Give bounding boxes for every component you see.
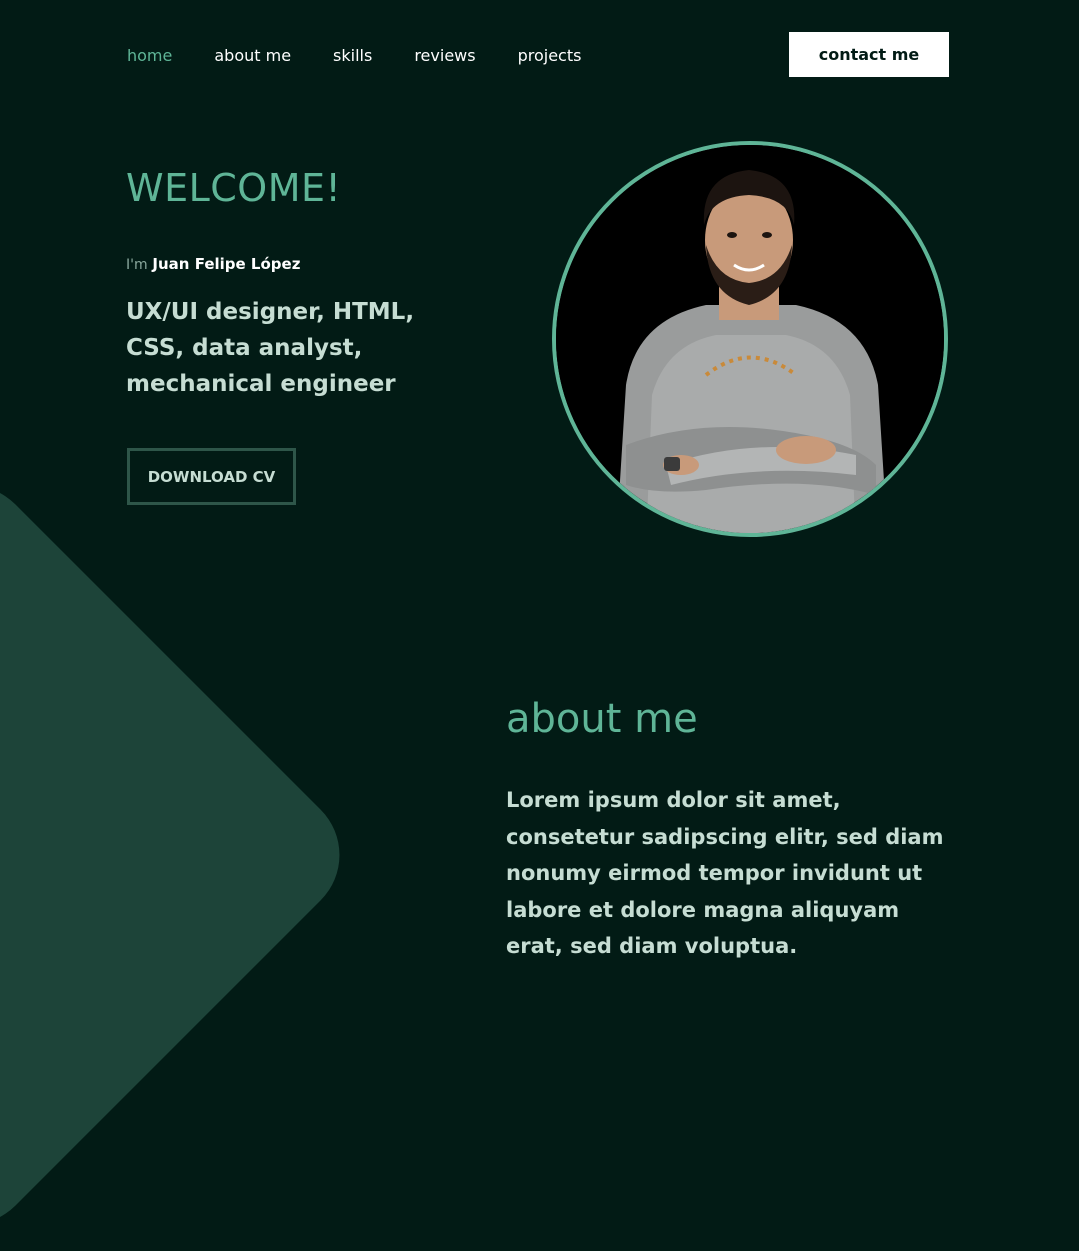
profile-photo (552, 141, 948, 537)
nav-link-about-me[interactable]: about me (214, 46, 291, 65)
main-nav: home about me skills reviews projects (127, 44, 623, 66)
roles-text: UX/UI designer, HTML, CSS, data analyst,… (126, 299, 415, 397)
decorative-shape (0, 459, 366, 1251)
nav-link-home[interactable]: home (127, 46, 172, 65)
profile-photo-icon (556, 145, 944, 533)
welcome-heading: WELCOME! (126, 166, 342, 210)
intro-prefix: I'm (126, 257, 148, 273)
nav-link-projects[interactable]: projects (518, 46, 582, 65)
about-text: Lorem ipsum dolor sit amet, consetetur s… (506, 788, 944, 958)
about-heading: about me (506, 696, 698, 742)
download-cv-button[interactable]: DOWNLOAD CV (127, 448, 296, 505)
nav-link-skills[interactable]: skills (333, 46, 372, 65)
person-name: Juan Felipe López (152, 255, 301, 273)
contact-button[interactable]: contact me (789, 32, 949, 77)
nav-link-reviews[interactable]: reviews (414, 46, 475, 65)
intro-line: I'm Juan Felipe López (126, 255, 300, 273)
